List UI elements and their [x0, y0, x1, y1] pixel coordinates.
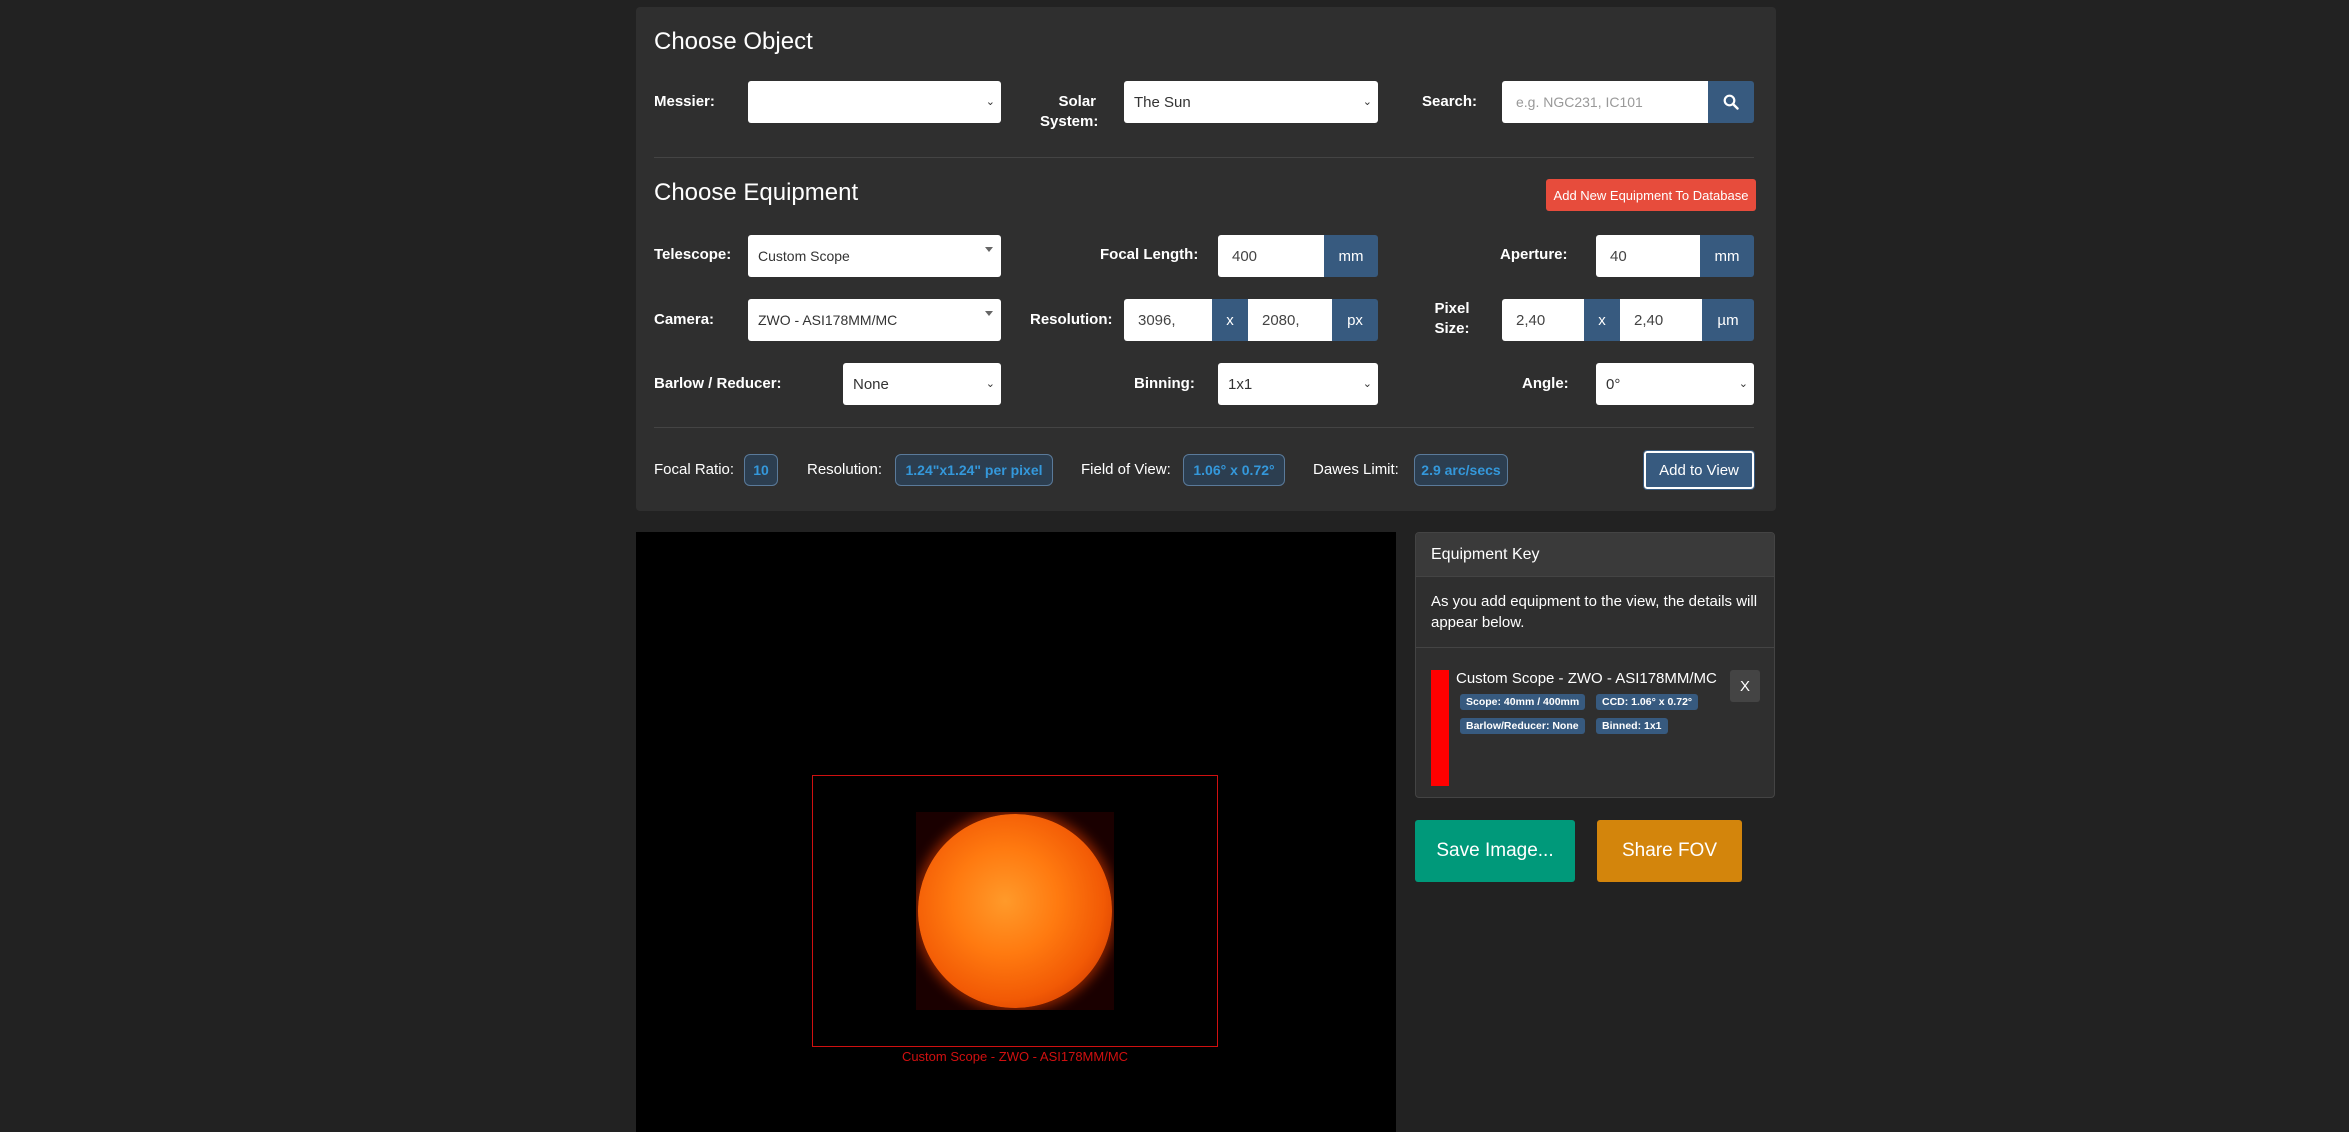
solar-system-select[interactable]: The Sun ⌄ — [1124, 81, 1378, 123]
equipment-item-title: Custom Scope - ZWO - ASI178MM/MC — [1456, 670, 1717, 687]
focal-ratio-label: Focal Ratio: — [654, 461, 735, 478]
add-new-equipment-button[interactable]: Add New Equipment To Database — [1546, 179, 1756, 211]
divider — [654, 157, 1754, 158]
angle-label: Angle: — [1522, 375, 1569, 392]
resolution-times: x — [1212, 299, 1248, 341]
pixel-unit: µm — [1702, 299, 1754, 341]
search-input[interactable]: e.g. NGC231, IC101 — [1502, 81, 1708, 123]
fov-caption: Custom Scope - ZWO - ASI178MM/MC — [901, 1049, 1129, 1064]
resolution-label: Resolution: — [1030, 311, 1113, 328]
scope-tag: Scope: 40mm / 400mm — [1460, 694, 1586, 710]
pixel-width-value: 2,40 — [1516, 311, 1546, 329]
camera-label: Camera: — [654, 311, 715, 328]
dawes-badge: 2.9 arc/secs — [1414, 454, 1508, 486]
messier-label: Messier: — [654, 93, 715, 110]
angle-select[interactable]: 0° ⌄ — [1596, 363, 1754, 405]
barlow-select[interactable]: None ⌄ — [843, 363, 1001, 405]
choose-equipment-heading: Choose Equipment — [654, 179, 859, 206]
focal-length-input[interactable]: 400 — [1218, 235, 1324, 277]
equipment-key-title: Equipment Key — [1416, 533, 1774, 577]
pixel-times: x — [1584, 299, 1620, 341]
camera-value: ZWO - ASI178MM/MC — [758, 312, 898, 328]
fov-badge: 1.06° x 0.72° — [1183, 454, 1285, 486]
search-label: Search: — [1422, 93, 1478, 110]
aperture-value: 40 — [1610, 247, 1627, 265]
binning-select[interactable]: 1x1 ⌄ — [1218, 363, 1378, 405]
equipment-key-item: Custom Scope - ZWO - ASI178MM/MC Scope: … — [1416, 658, 1774, 797]
barlow-label: Barlow / Reducer: — [654, 375, 782, 392]
ccd-tag: CCD: 1.06° x 0.72° — [1596, 694, 1699, 710]
aperture-input[interactable]: 40 — [1596, 235, 1700, 277]
messier-select[interactable]: ⌄ — [748, 81, 1001, 123]
aperture-unit: mm — [1700, 235, 1754, 277]
barlow-tag: Barlow/Reducer: None — [1460, 718, 1585, 734]
equipment-key-description: As you add equipment to the view, the de… — [1416, 577, 1774, 648]
stat-resolution-badge: 1.24"x1.24" per pixel — [895, 454, 1053, 486]
telescope-select[interactable]: Custom Scope — [748, 235, 1001, 277]
pixel-height-input[interactable]: 2,40 — [1620, 299, 1702, 341]
fov-label: Field of View: — [1081, 461, 1171, 478]
angle-value: 0° — [1606, 375, 1621, 393]
pixel-size-label: Pixel Size: — [1434, 300, 1470, 337]
focal-length-label: Focal Length: — [1100, 246, 1199, 263]
equipment-key-panel: Equipment Key As you add equipment to th… — [1415, 532, 1775, 798]
focal-length-value: 400 — [1232, 247, 1258, 265]
search-button[interactable] — [1708, 81, 1754, 123]
save-image-button[interactable]: Save Image... — [1415, 820, 1575, 882]
chevron-down-icon: ⌄ — [1362, 96, 1372, 108]
add-to-view-button[interactable]: Add to View — [1643, 450, 1755, 490]
resolution-width-input[interactable]: 3096, — [1124, 299, 1212, 341]
share-fov-button[interactable]: Share FOV — [1597, 820, 1742, 882]
camera-select[interactable]: ZWO - ASI178MM/MC — [748, 299, 1001, 341]
choose-object-heading: Choose Object — [654, 28, 813, 55]
search-placeholder: e.g. NGC231, IC101 — [1516, 94, 1643, 110]
fov-canvas[interactable]: Custom Scope - ZWO - ASI178MM/MC — [636, 532, 1396, 1132]
remove-equipment-button[interactable]: X — [1730, 670, 1760, 702]
resolution-width-value: 3096, — [1138, 311, 1176, 329]
resolution-unit: px — [1332, 299, 1378, 341]
telescope-value: Custom Scope — [758, 248, 850, 264]
equipment-color-swatch — [1431, 670, 1449, 786]
binning-value: 1x1 — [1228, 375, 1253, 393]
chevron-down-icon: ⌄ — [1362, 378, 1372, 390]
focal-ratio-badge: 10 — [744, 454, 778, 486]
binning-label: Binning: — [1134, 375, 1195, 392]
sun-image — [916, 812, 1114, 1010]
divider — [654, 427, 1754, 428]
stat-resolution-label: Resolution: — [807, 461, 883, 478]
telescope-label: Telescope: — [654, 246, 732, 263]
sun-disc — [918, 814, 1112, 1008]
resolution-height-value: 2080, — [1262, 311, 1300, 329]
search-icon — [1723, 94, 1739, 110]
caret-down-icon — [985, 247, 993, 252]
pixel-width-input[interactable]: 2,40 — [1502, 299, 1584, 341]
barlow-value: None — [853, 375, 889, 393]
chevron-down-icon: ⌄ — [1738, 378, 1748, 390]
chevron-down-icon: ⌄ — [985, 96, 995, 108]
chevron-down-icon: ⌄ — [985, 378, 995, 390]
pixel-height-value: 2,40 — [1634, 311, 1664, 329]
close-icon: X — [1739, 677, 1750, 695]
focal-length-unit: mm — [1324, 235, 1378, 277]
aperture-label: Aperture: — [1500, 246, 1568, 263]
solar-system-label: Solar System: — [1040, 93, 1099, 130]
solar-system-value: The Sun — [1134, 93, 1191, 111]
caret-down-icon — [985, 311, 993, 316]
binned-tag: Binned: 1x1 — [1596, 718, 1668, 734]
dawes-label: Dawes Limit: — [1313, 461, 1399, 478]
resolution-height-input[interactable]: 2080, — [1248, 299, 1332, 341]
